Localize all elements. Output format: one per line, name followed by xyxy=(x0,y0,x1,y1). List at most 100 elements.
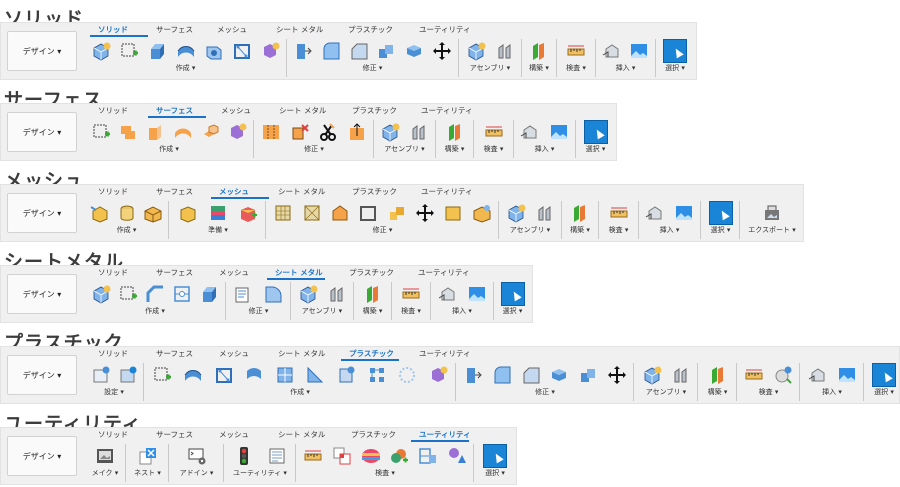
group-label[interactable]: ユーティリティ ▾ xyxy=(233,468,287,478)
bend-icon[interactable] xyxy=(172,284,192,304)
group-label[interactable]: 作成 ▾ xyxy=(117,225,137,235)
mesh-generate-icon[interactable] xyxy=(208,203,228,223)
group-label[interactable]: 修正 ▾ xyxy=(373,225,393,235)
lip-icon[interactable] xyxy=(367,365,387,385)
shell-icon[interactable] xyxy=(232,41,252,61)
insert-mesh-icon[interactable] xyxy=(520,122,540,142)
rib-icon[interactable] xyxy=(275,365,295,385)
sheet-rules-icon[interactable] xyxy=(234,284,254,304)
nest-icon[interactable] xyxy=(138,446,158,466)
interference-icon[interactable] xyxy=(332,446,352,466)
sketch-new-icon[interactable] xyxy=(119,41,139,61)
workspace-design-dropdown[interactable]: デザイン ▾ xyxy=(7,436,77,476)
tab-0[interactable]: ソリッド xyxy=(96,186,130,197)
measure-icon[interactable] xyxy=(401,284,421,304)
tab-5[interactable]: ユーティリティ xyxy=(417,348,473,359)
box-new-icon[interactable] xyxy=(91,41,111,61)
tessellate-icon[interactable] xyxy=(117,203,137,223)
new-component-icon[interactable] xyxy=(506,203,526,223)
tab-5[interactable]: ユーティリティ xyxy=(419,186,475,197)
tab-3[interactable]: シート メタル xyxy=(277,105,328,116)
extrude-s-icon[interactable] xyxy=(145,122,165,142)
addin-icon[interactable] xyxy=(187,446,207,466)
group-label[interactable]: アセンブリ ▾ xyxy=(510,225,550,235)
draft-analysis-icon[interactable] xyxy=(773,365,793,385)
group-label[interactable]: 選択 ▾ xyxy=(586,144,606,154)
group-label[interactable]: 作成 ▾ xyxy=(176,63,196,73)
group-label[interactable]: 構築 ▾ xyxy=(363,306,383,316)
move-icon[interactable] xyxy=(607,365,627,385)
mesh-remesh-icon[interactable] xyxy=(273,203,293,223)
group-label[interactable]: 準備 ▾ xyxy=(208,225,228,235)
mesh-shell-icon[interactable] xyxy=(358,203,378,223)
measure-icon[interactable] xyxy=(609,203,629,223)
group-label[interactable]: 構築 ▾ xyxy=(445,144,465,154)
group-label[interactable]: 作成 ▾ xyxy=(145,306,165,316)
new-component-icon[interactable] xyxy=(466,41,486,61)
insert-image-icon[interactable] xyxy=(629,41,649,61)
mesh-box-icon[interactable] xyxy=(143,203,163,223)
workspace-design-dropdown[interactable]: デザイン ▾ xyxy=(7,274,77,314)
group-label[interactable]: メイク ▾ xyxy=(92,468,119,478)
new-component-icon[interactable] xyxy=(642,365,662,385)
tab-4[interactable]: プラスチック xyxy=(349,429,398,440)
params-icon[interactable] xyxy=(267,446,287,466)
group-label[interactable]: 選択 ▾ xyxy=(665,63,685,73)
measure-icon[interactable] xyxy=(744,365,764,385)
combine-icon[interactable] xyxy=(404,41,424,61)
tab-1[interactable]: サーフェス xyxy=(154,429,195,440)
plastic-rules-icon[interactable] xyxy=(91,365,111,385)
tab-0[interactable]: ソリッド xyxy=(96,267,130,278)
extend-icon[interactable] xyxy=(347,122,367,142)
tab-4[interactable]: プラスチック xyxy=(346,24,395,35)
tab-5[interactable]: ユーティリティ xyxy=(419,105,475,116)
tab-3[interactable]: シート メタル xyxy=(276,429,327,440)
tab-4[interactable]: プラスチック xyxy=(347,348,396,359)
group-label[interactable]: 挿入 ▾ xyxy=(535,144,555,154)
curvature-icon[interactable] xyxy=(389,446,409,466)
revolve-icon[interactable] xyxy=(183,365,203,385)
move-icon[interactable] xyxy=(415,203,435,223)
rest-icon[interactable] xyxy=(397,365,417,385)
joint-icon[interactable] xyxy=(535,203,555,223)
group-label[interactable]: ネスト ▾ xyxy=(134,468,161,478)
workspace-design-dropdown[interactable]: デザイン ▾ xyxy=(7,112,77,152)
tab-1[interactable]: サーフェス xyxy=(154,105,195,116)
select-icon[interactable] xyxy=(500,282,525,306)
tab-0[interactable]: ソリッド xyxy=(96,429,130,440)
web-icon[interactable] xyxy=(244,365,264,385)
insert-image-icon[interactable] xyxy=(674,203,694,223)
chamfer-icon[interactable] xyxy=(349,41,369,61)
tab-2[interactable]: メッシュ xyxy=(215,24,249,35)
sketch-new-icon[interactable] xyxy=(152,365,172,385)
press-pull-icon[interactable] xyxy=(463,365,483,385)
shell-icon[interactable] xyxy=(214,365,234,385)
insert-mesh-icon[interactable] xyxy=(645,203,665,223)
group-label[interactable]: 修正 ▾ xyxy=(249,306,269,316)
shell2-icon[interactable] xyxy=(376,41,396,61)
sweep-icon[interactable] xyxy=(204,41,224,61)
form-icon[interactable] xyxy=(428,365,448,385)
joint-icon[interactable] xyxy=(327,284,347,304)
joint-icon[interactable] xyxy=(409,122,429,142)
tab-2[interactable]: メッシュ xyxy=(217,186,251,197)
measure-icon[interactable] xyxy=(566,41,586,61)
group-label[interactable]: 設定 ▾ xyxy=(104,387,124,397)
group-label[interactable]: アセンブリ ▾ xyxy=(646,387,686,397)
box-new-icon[interactable] xyxy=(91,284,111,304)
patch-icon[interactable] xyxy=(118,122,138,142)
group-label[interactable]: 構築 ▾ xyxy=(529,63,549,73)
group-label[interactable]: 挿入 ▾ xyxy=(660,225,680,235)
tab-1[interactable]: サーフェス xyxy=(154,267,195,278)
insert-mesh-icon[interactable] xyxy=(438,284,458,304)
plane-icon[interactable] xyxy=(708,365,728,385)
group-label[interactable]: アセンブリ ▾ xyxy=(470,63,510,73)
group-label[interactable]: 検査 ▾ xyxy=(484,144,504,154)
mesh-insert-icon[interactable] xyxy=(90,203,110,223)
mesh-face-icon[interactable] xyxy=(330,203,350,223)
tab-0[interactable]: ソリッド xyxy=(96,348,130,359)
form-icon[interactable] xyxy=(260,41,280,61)
tab-2[interactable]: メッシュ xyxy=(219,105,253,116)
group-label[interactable]: エクスポート ▾ xyxy=(748,225,796,235)
move-icon[interactable] xyxy=(432,41,452,61)
